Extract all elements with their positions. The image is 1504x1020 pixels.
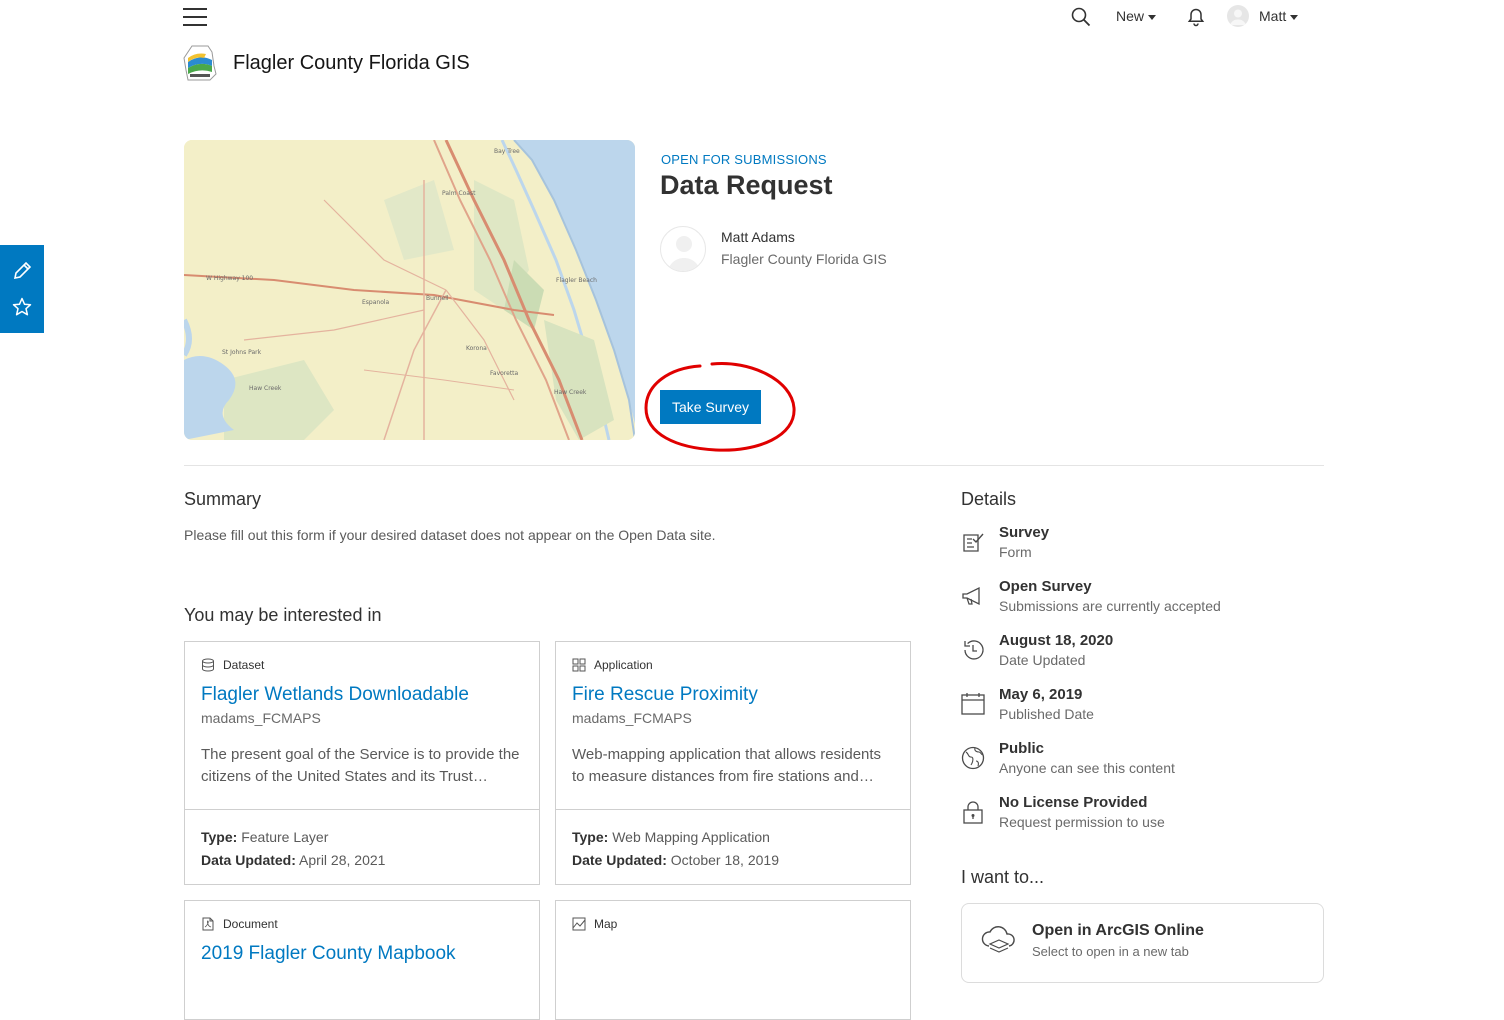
owner-org: Flagler County Florida GIS [721,251,887,267]
map-label: Favoretta [490,370,519,377]
detail-row-updated: August 18, 2020 Date Updated [961,632,1113,668]
related-item-card[interactable]: Map [555,900,911,1020]
i-want-to-heading: I want to... [961,867,1045,887]
section-divider [184,465,1324,466]
map-label: Espanola [362,299,390,306]
card-title-link[interactable]: 2019 Flagler County Mapbook [201,943,523,965]
megaphone-icon [961,584,985,608]
map-label: Haw Creek [554,389,587,396]
side-toolbar [0,245,44,333]
red-circle-annotation [640,358,800,456]
card-description: Web-mapping application that allows resi… [572,746,882,785]
survey-icon [961,530,985,554]
map-label: St Johns Park [222,349,262,356]
card-meta-date: Data Updated: April 28, 2021 [201,852,386,868]
card-title-link[interactable]: Flagler Wetlands Downloadable [201,684,523,706]
new-menu-label: New [1116,8,1145,24]
detail-row-published: May 6, 2019 Published Date [961,686,1094,722]
globe-icon [961,746,985,770]
summary-text: Please fill out this form if your desire… [184,527,716,543]
history-icon [961,638,985,662]
user-avatar-icon [1227,5,1249,27]
svg-text:W Highway 100: W Highway 100 [206,275,253,282]
card-meta-date: Date Updated: October 18, 2019 [572,852,779,868]
card-description: The present goal of the Service is to pr… [201,746,520,785]
map-label: Flagler Beach [556,277,597,284]
user-menu-button[interactable]: Matt [1227,5,1299,27]
pdf-document-icon [201,917,215,931]
calendar-icon [961,692,985,716]
owner-name-link[interactable]: Matt Adams [721,229,795,245]
item-title: Data Request [660,170,833,200]
detail-row-status: Open Survey Submissions are currently acc… [961,578,1221,614]
detail-row-license: No License Provided Request permission to… [961,794,1165,830]
map-label: Palm Coast [442,190,476,197]
svg-text:Haw Creek: Haw Creek [249,385,282,392]
summary-heading: Summary [184,489,262,509]
map-icon [572,917,586,931]
notifications-bell-icon[interactable] [1186,7,1206,27]
map-label: Korona [466,345,487,352]
chevron-down-icon [1290,14,1299,20]
open-in-arcgis-sub: Select to open in a new tab [1032,944,1189,959]
card-type-label: Application [594,658,653,672]
card-type-label: Map [594,917,618,931]
card-type-label: Document [223,917,278,931]
open-in-arcgis-online-button[interactable]: Open in ArcGIS Online Select to open in … [961,903,1324,983]
details-heading: Details [961,489,1017,509]
apps-grid-icon [572,658,586,672]
detail-row-sharing: Public Anyone can see this content [961,740,1175,776]
card-type-label: Dataset [223,658,265,672]
related-item-card[interactable]: Application Fire Rescue Proximity madams… [555,641,911,885]
cloud-layers-icon [980,922,1018,982]
map-label: Bunnell [426,295,449,302]
database-icon [201,658,215,672]
card-owner: madams_FCMAPS [201,710,321,726]
chevron-down-icon [1148,14,1157,20]
related-item-card[interactable]: Document 2019 Flagler County Mapbook [184,900,540,1020]
interest-heading: You may be interested in [184,605,382,625]
item-status-label: OPEN FOR SUBMISSIONS [661,152,827,167]
item-thumbnail-map: Bay Tree Palm Coast Bunnell Flagler Beac… [184,140,635,440]
new-menu-button[interactable]: New [1116,8,1157,24]
card-title-link[interactable]: Fire Rescue Proximity [572,684,894,706]
card-owner: madams_FCMAPS [572,710,692,726]
lock-icon [961,800,985,824]
search-icon[interactable] [1071,7,1091,27]
menu-icon[interactable] [182,6,208,28]
card-meta-type: Type: Web Mapping Application [572,829,770,845]
site-title[interactable]: Flagler County Florida GIS [233,52,470,75]
edit-pencil-icon[interactable] [11,260,33,282]
related-item-card[interactable]: Dataset Flagler Wetlands Downloadable ma… [184,641,540,885]
owner-avatar-icon[interactable] [660,226,706,272]
svg-text:Bay Tree: Bay Tree [494,148,520,155]
user-name: Matt [1259,8,1287,24]
site-logo-icon[interactable] [182,44,218,82]
card-meta-type: Type: Feature Layer [201,829,329,845]
open-in-arcgis-title: Open in ArcGIS Online [1032,922,1204,939]
detail-row-type: Survey Form [961,524,1049,560]
favorite-star-icon[interactable] [11,296,33,318]
